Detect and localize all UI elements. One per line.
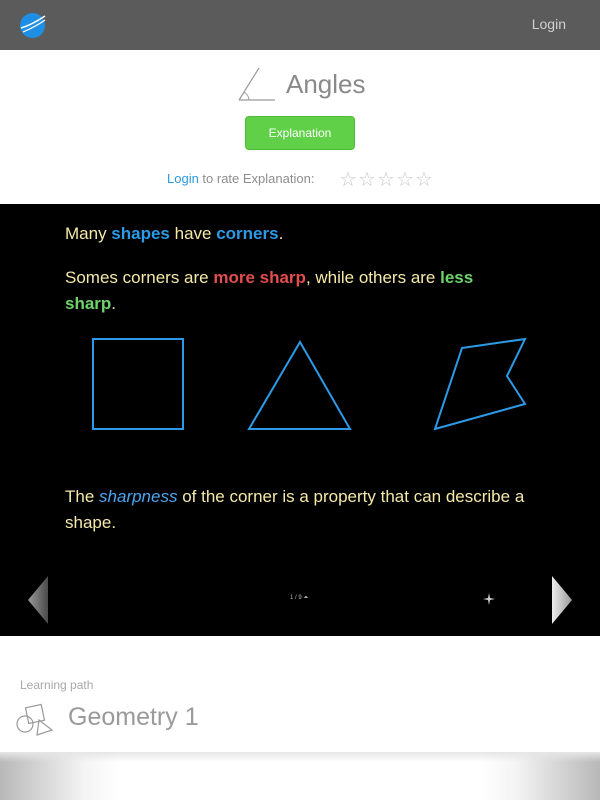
learning-path-title[interactable]: Geometry 1 bbox=[68, 703, 199, 732]
highlight-shapes: shapes bbox=[111, 224, 170, 243]
slide-pager[interactable]: 1 / 9 ⏶ bbox=[290, 595, 308, 602]
angle-icon bbox=[238, 67, 275, 101]
text-run: , while others are bbox=[305, 268, 441, 287]
highlight-corners: corners bbox=[216, 224, 279, 243]
text-run: Many bbox=[65, 224, 112, 243]
planet-logo-icon[interactable] bbox=[19, 12, 46, 39]
bottom-bar bbox=[0, 752, 600, 800]
page-title: Angles bbox=[286, 69, 366, 99]
highlight-more-sharp: more sharp bbox=[213, 268, 306, 287]
star-icon[interactable]: ☆ bbox=[415, 167, 434, 192]
star-icon[interactable]: ☆ bbox=[377, 167, 396, 192]
geometry-shapes-icon bbox=[16, 703, 54, 736]
star-icon[interactable]: ☆ bbox=[396, 167, 415, 192]
slide-viewer: Many shapes have corners. Somes corners … bbox=[0, 204, 600, 636]
left-arrow-icon[interactable] bbox=[28, 576, 50, 624]
triangle-shape bbox=[247, 340, 352, 430]
login-link[interactable]: Login bbox=[532, 16, 566, 32]
right-arrow-icon[interactable] bbox=[550, 576, 572, 624]
quadrilateral-shape bbox=[433, 337, 527, 431]
text-run: Somes corners are bbox=[65, 268, 214, 287]
star-rating[interactable]: ☆☆☆☆☆ bbox=[339, 167, 434, 192]
slide-paragraph-1: Many shapes have corners. bbox=[65, 221, 525, 247]
learning-path-label: Learning path bbox=[20, 678, 94, 692]
rate-prompt: Login to rate Explanation: bbox=[167, 171, 314, 186]
text-run: The bbox=[65, 487, 100, 506]
text-run: . bbox=[111, 294, 117, 313]
star-icon[interactable]: ☆ bbox=[358, 167, 377, 192]
highlight-sharpness: sharpness bbox=[99, 487, 178, 506]
rate-text: to rate Explanation: bbox=[198, 171, 315, 186]
text-run: . bbox=[278, 224, 284, 243]
explanation-button[interactable]: Explanation bbox=[245, 116, 355, 150]
star-icon[interactable]: ☆ bbox=[339, 167, 358, 192]
top-bar: Login bbox=[0, 0, 600, 50]
sparkle-icon[interactable] bbox=[483, 593, 495, 605]
text-run: have bbox=[169, 224, 217, 243]
rate-login-link[interactable]: Login bbox=[167, 171, 199, 186]
shapes-illustration bbox=[92, 337, 527, 431]
square-shape bbox=[92, 338, 184, 430]
lesson-title-row: Angles bbox=[0, 64, 600, 104]
slide-paragraph-3: The sharpness of the corner is a propert… bbox=[65, 484, 525, 536]
slide-paragraph-2: Somes corners are more sharp, while othe… bbox=[65, 265, 525, 317]
